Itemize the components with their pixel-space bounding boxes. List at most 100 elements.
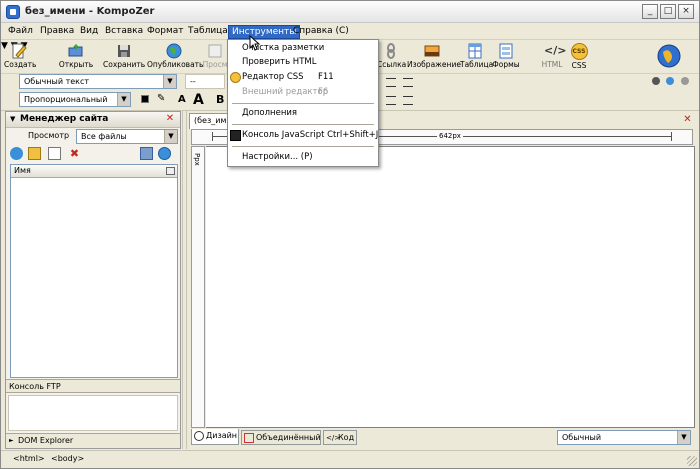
font-family-select[interactable]: Пропорциональный ▼	[19, 92, 131, 107]
save-button[interactable]: Сохранить	[103, 42, 145, 73]
bold-button[interactable]: B	[216, 93, 224, 106]
app-window: без_имени - KompoZer _ □ × Файл Правка В…	[0, 0, 700, 469]
table-button[interactable]: Таблица	[460, 42, 493, 73]
tools-menu-dropdown: Очистка разметки Проверить HTML Редактор…	[227, 39, 379, 167]
delete-icon[interactable]: ✖	[68, 147, 81, 160]
class-select[interactable]: --	[185, 74, 225, 89]
dom-explorer-header[interactable]: ► DOM Explorer	[6, 433, 180, 448]
minimize-button[interactable]: _	[642, 4, 658, 19]
status-bar: <html> <body>	[1, 450, 699, 468]
code-icon: </>	[326, 434, 341, 442]
view-label: Просмотр	[28, 131, 70, 140]
menu-separator	[232, 146, 374, 147]
font-smaller-button[interactable]: A	[178, 94, 186, 105]
css-button[interactable]: CSS CSS	[567, 42, 591, 73]
console-icon	[230, 130, 241, 141]
vertical-ruler: Ppx	[191, 146, 205, 428]
maximize-button[interactable]: □	[660, 4, 676, 19]
align-left-icon[interactable]	[386, 96, 396, 105]
font-larger-button[interactable]: A	[193, 92, 204, 108]
menu-item-external-editor: Внешний редактор F6	[242, 87, 329, 97]
html-button[interactable]: </> HTML	[539, 42, 567, 73]
refresh-icon[interactable]	[10, 147, 23, 160]
close-panel-icon[interactable]: ✕	[164, 113, 176, 125]
site-settings-icon[interactable]	[140, 147, 153, 160]
link-button[interactable]: Ссылка	[377, 42, 406, 73]
preview-button[interactable]: Просм	[202, 42, 228, 73]
split-view-icon	[244, 433, 254, 443]
html-code-icon: </>	[544, 44, 567, 57]
window-title: без_имени - KompoZer	[25, 6, 155, 17]
open-folder-icon	[68, 44, 83, 57]
text-color-swatch[interactable]	[141, 95, 149, 103]
globe-publish-icon	[166, 43, 182, 59]
menu-item-validate-html[interactable]: Проверить HTML	[228, 56, 378, 70]
anchor-icon[interactable]	[652, 77, 660, 85]
tab-design[interactable]: Дизайн	[191, 429, 239, 445]
new-folder-icon[interactable]	[28, 147, 41, 160]
site-manager-header[interactable]: ▼ Менеджер сайта ✕	[6, 112, 180, 128]
menu-item-css-editor[interactable]: Редактор CSS F11	[228, 71, 378, 85]
panel-splitter[interactable]	[182, 111, 187, 449]
chevron-down-icon: ▼	[117, 93, 130, 106]
edit-site-icon[interactable]	[48, 147, 61, 160]
menu-file[interactable]: Файл	[5, 25, 36, 39]
column-picker-icon[interactable]	[166, 167, 175, 175]
editor-canvas[interactable]	[206, 146, 695, 428]
tag-html-crumb[interactable]: <html>	[13, 454, 45, 463]
list-outdent-icon[interactable]	[403, 78, 413, 87]
menu-separator	[232, 103, 374, 104]
view-mode-select[interactable]: Обычный ▼	[557, 430, 691, 445]
ftp-console-header[interactable]: Консоль FTP	[6, 379, 180, 393]
ftp-console-body	[8, 395, 178, 431]
highlight-pen-icon[interactable]: ✎	[157, 93, 165, 104]
align-center-icon[interactable]	[403, 96, 413, 105]
form-icon	[499, 43, 513, 59]
save-disk-icon	[118, 45, 130, 57]
app-logo-icon	[6, 5, 20, 19]
link-chain-icon	[387, 43, 395, 59]
close-tab-icon[interactable]: ✕	[682, 114, 693, 125]
edit-mode-tabs: Дизайн Объединённый </> Код Обычный ▼	[189, 429, 695, 447]
menu-table[interactable]: Таблица	[185, 25, 231, 39]
menu-format[interactable]: Формат	[144, 25, 187, 39]
create-button[interactable]: Создать	[4, 42, 36, 73]
resize-grip[interactable]	[687, 456, 697, 466]
menu-item-addons[interactable]: Дополнения	[228, 107, 378, 121]
name-column-header[interactable]: Имя	[11, 165, 177, 178]
menu-item-js-console[interactable]: Консоль JavaScript Ctrl+Shift+J	[228, 129, 378, 143]
menu-insert[interactable]: Вставка	[102, 25, 146, 39]
title-bar: без_имени - KompoZer _ □ ×	[1, 1, 699, 23]
close-window-button[interactable]: ×	[678, 4, 694, 19]
mouse-cursor-icon	[249, 35, 261, 51]
paragraph-format-select[interactable]: Обычный текст ▼	[19, 74, 177, 89]
ruler-width-label: 642px	[437, 130, 463, 142]
menu-edit[interactable]: Правка	[37, 25, 77, 39]
preview-icon	[208, 44, 222, 58]
vertical-ruler-label: Ppx	[193, 153, 201, 166]
menu-item-preferences[interactable]: Настройки... (Р)	[228, 151, 378, 165]
chevron-down-icon: ▼	[164, 130, 177, 143]
image-icon	[424, 45, 440, 57]
list-indent-icon[interactable]	[386, 78, 396, 87]
menu-view[interactable]: Вид	[77, 25, 101, 39]
site-manager-icons: ✖	[8, 147, 180, 162]
menu-help[interactable]: Справка (С)	[290, 25, 352, 39]
globe-icon[interactable]	[158, 147, 171, 160]
file-filter-select[interactable]: Все файлы ▼	[76, 129, 178, 144]
kompozer-globe-icon	[657, 44, 681, 68]
open-button[interactable]: Открыть	[57, 42, 95, 73]
site-file-tree[interactable]: Имя	[10, 164, 178, 378]
tag-body-crumb[interactable]: <body>	[51, 454, 84, 463]
site-manager-panel: ▼ Менеджер сайта ✕ Просмотр Все файлы ▼ …	[5, 111, 181, 449]
menu-separator	[232, 124, 374, 125]
globe-small-icon[interactable]	[666, 77, 674, 85]
image-button[interactable]: Изображение	[407, 42, 461, 73]
tab-combined[interactable]: Объединённый	[241, 430, 321, 445]
misc-small-icon[interactable]	[681, 77, 689, 85]
tab-code[interactable]: </> Код	[323, 430, 357, 445]
css-editor-icon	[230, 72, 241, 83]
publish-button[interactable]: Опубликовать	[147, 42, 203, 73]
form-button[interactable]: Формы	[492, 42, 520, 73]
expand-triangle-icon: ►	[9, 437, 14, 444]
